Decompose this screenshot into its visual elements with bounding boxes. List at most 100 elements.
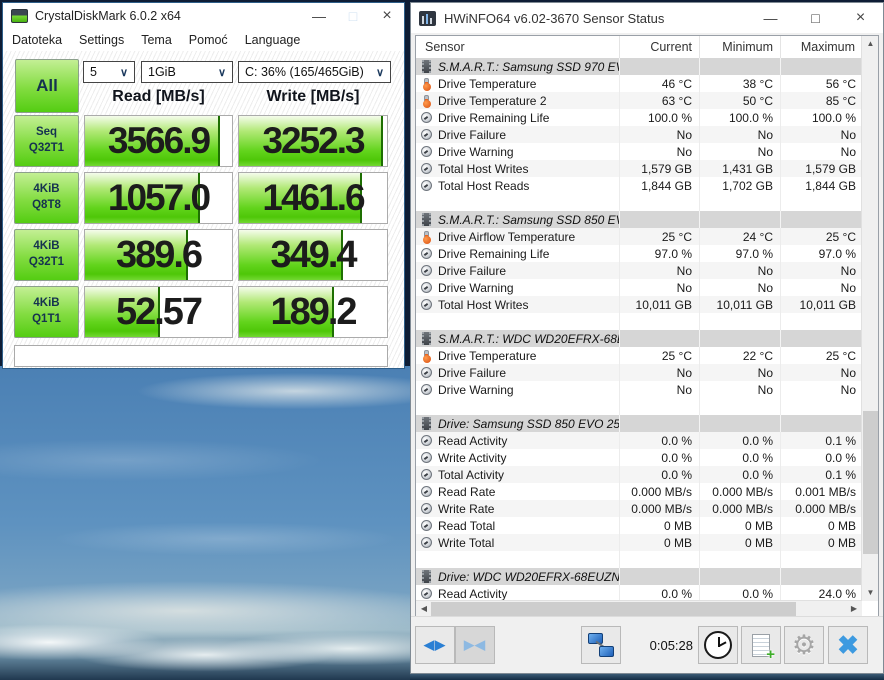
sensor-current: 1,579 GB	[620, 160, 700, 177]
report-logging-button[interactable]: +	[741, 626, 781, 664]
test-type-button[interactable]: 4KiBQ8T8	[14, 172, 79, 224]
thermometer-bulb	[423, 355, 431, 363]
sensor-row[interactable]: Total Host Writes1,579 GB1,431 GB1,579 G…	[416, 160, 863, 177]
test-type-button[interactable]: 4KiBQ1T1	[14, 286, 79, 338]
sensor-name-cell: Drive Temperature	[416, 347, 620, 364]
scroll-down-icon[interactable]: ▼	[862, 585, 879, 601]
test-size-select[interactable]: 1GiB ∨	[141, 61, 233, 83]
sensor-table: Sensor Current Minimum Maximum S.M.A.R.T…	[415, 35, 879, 617]
test-type-button[interactable]: 4KiBQ32T1	[14, 229, 79, 281]
group-title: S.M.A.R.T.: Samsung SSD 850 EVO...	[438, 213, 620, 227]
sensor-row[interactable]: Drive WarningNoNoNo	[416, 143, 863, 160]
sensor-row[interactable]: Write Activity0.0 %0.0 %0.0 %	[416, 449, 863, 466]
chip-icon-shape	[422, 332, 431, 345]
horizontal-scrollbar[interactable]: ◀ ▶	[416, 600, 862, 616]
sensor-row[interactable]: Drive Remaining Life97.0 %97.0 %97.0 %	[416, 245, 863, 262]
sensor-row[interactable]: Drive FailureNoNoNo	[416, 364, 863, 381]
sensor-row[interactable]: Drive Airflow Temperature25 °C24 °C25 °C	[416, 228, 863, 245]
sensor-row[interactable]: Drive Temperature25 °C22 °C25 °C	[416, 347, 863, 364]
menu-item-settings[interactable]: Settings	[79, 33, 124, 47]
menu-item-language[interactable]: Language	[245, 33, 301, 47]
sensor-maximum: No	[781, 262, 863, 279]
sensor-current: 0 MB	[620, 534, 700, 551]
menu-item-datoteka[interactable]: Datoteka	[12, 33, 62, 47]
chevron-down-icon: ∨	[218, 66, 226, 79]
maximize-icon[interactable]: □	[793, 10, 838, 26]
sensor-row[interactable]: Drive Remaining Life100.0 %100.0 %100.0 …	[416, 109, 863, 126]
menu-item-tema[interactable]: Tema	[141, 33, 172, 47]
sensor-row[interactable]: Read Activity0.0 %0.0 %0.1 %	[416, 432, 863, 449]
gauge-hand	[424, 541, 428, 545]
group-minimum-cell	[700, 211, 781, 228]
sensor-row[interactable]: Total Activity0.0 %0.0 %0.1 %	[416, 466, 863, 483]
close-sensors-button[interactable]: ✖	[828, 626, 868, 664]
scroll-left-icon[interactable]: ◀	[416, 601, 432, 617]
minimize-icon[interactable]: —	[748, 10, 793, 26]
sensor-row[interactable]: Read Total0 MB0 MB0 MB	[416, 517, 863, 534]
gauge-icon	[419, 435, 434, 446]
spacer-cell	[700, 313, 781, 330]
sensor-row[interactable]: Total Host Reads1,844 GB1,702 GB1,844 GB	[416, 177, 863, 194]
vertical-scrollbar[interactable]: ▲ ▼	[861, 36, 878, 601]
vertical-scrollbar-thumb[interactable]	[863, 411, 878, 554]
gauge-icon-shape	[421, 112, 432, 123]
column-current[interactable]: Current	[620, 36, 700, 58]
sensor-minimum: No	[700, 279, 781, 296]
close-icon[interactable]: ×	[838, 9, 883, 27]
gauge-icon-shape	[421, 299, 432, 310]
group-title: S.M.A.R.T.: Samsung SSD 970 EVO...	[438, 60, 620, 74]
minimize-icon[interactable]: —	[302, 8, 336, 24]
scroll-right-icon[interactable]: ▶	[846, 601, 862, 617]
settings-button[interactable]: ⚙	[784, 626, 824, 664]
scroll-up-icon[interactable]: ▲	[862, 36, 879, 52]
chip-icon-shape	[422, 570, 431, 583]
chip-icon	[419, 213, 434, 226]
sensor-row[interactable]: Drive Temperature46 °C38 °C56 °C	[416, 75, 863, 92]
horizontal-scrollbar-thumb[interactable]	[431, 602, 796, 616]
menu-item-pomoć[interactable]: Pomoć	[189, 33, 228, 47]
thermometer-bulb	[423, 100, 431, 108]
gear-icon: ⚙	[792, 630, 816, 661]
thermometer-bulb	[423, 236, 431, 244]
sensor-group-header[interactable]: S.M.A.R.T.: Samsung SSD 970 EVO...	[416, 58, 863, 75]
sensor-spacer-row	[416, 551, 863, 568]
sensor-name: Drive Warning	[438, 145, 514, 159]
spacer-cell	[620, 194, 700, 211]
expand-window-button[interactable]: ◀▶	[415, 626, 455, 664]
clock-button[interactable]	[698, 626, 738, 664]
test-type-button[interactable]: SeqQ32T1	[14, 115, 79, 167]
sensor-name: Read Activity	[438, 434, 507, 448]
sensor-minimum: 0 MB	[700, 534, 781, 551]
column-sensor[interactable]: Sensor	[416, 36, 620, 58]
group-maximum-cell	[781, 330, 863, 347]
gauge-icon-shape	[421, 384, 432, 395]
sensor-row[interactable]: Drive FailureNoNoNo	[416, 126, 863, 143]
sensor-row[interactable]: Write Rate0.000 MB/s0.000 MB/s0.000 MB/s	[416, 500, 863, 517]
sensor-maximum: 85 °C	[781, 92, 863, 109]
sensor-group-header[interactable]: S.M.A.R.T.: Samsung SSD 850 EVO...	[416, 211, 863, 228]
comment-textbox[interactable]	[14, 345, 388, 367]
sensor-group-header[interactable]: Drive: WDC WD20EFRX-68EUZN0 (...	[416, 568, 863, 585]
all-test-button[interactable]: All	[15, 59, 79, 113]
sensor-row[interactable]: Total Host Writes10,011 GB10,011 GB10,01…	[416, 296, 863, 313]
drive-select[interactable]: C: 36% (165/465GiB) ∨	[238, 61, 391, 83]
sensor-row[interactable]: Write Total0 MB0 MB0 MB	[416, 534, 863, 551]
gauge-icon	[419, 129, 434, 140]
sensor-row[interactable]: Drive WarningNoNoNo	[416, 279, 863, 296]
sensor-row[interactable]: Read Rate0.000 MB/s0.000 MB/s0.001 MB/s	[416, 483, 863, 500]
sensor-name-cell: Read Rate	[416, 483, 620, 500]
sensor-row[interactable]: Drive Temperature 263 °C50 °C85 °C	[416, 92, 863, 109]
report-plus-icon: +	[752, 634, 770, 657]
close-icon[interactable]: ×	[370, 7, 404, 25]
sensor-group-header[interactable]: S.M.A.R.T.: WDC WD20EFRX-68E...	[416, 330, 863, 347]
sensor-group-header[interactable]: Drive: Samsung SSD 850 EVO 250G...	[416, 415, 863, 432]
sensor-row[interactable]: Drive FailureNoNoNo	[416, 262, 863, 279]
collapse-window-button[interactable]: ▶◀	[455, 626, 495, 664]
sensor-row[interactable]: Drive WarningNoNoNo	[416, 381, 863, 398]
test-count-select[interactable]: 5 ∨	[83, 61, 135, 83]
column-maximum[interactable]: Maximum	[781, 36, 862, 58]
column-minimum[interactable]: Minimum	[700, 36, 781, 58]
remote-monitoring-button[interactable]	[581, 626, 621, 664]
sensor-current: 1,844 GB	[620, 177, 700, 194]
gauge-hand	[424, 592, 428, 596]
